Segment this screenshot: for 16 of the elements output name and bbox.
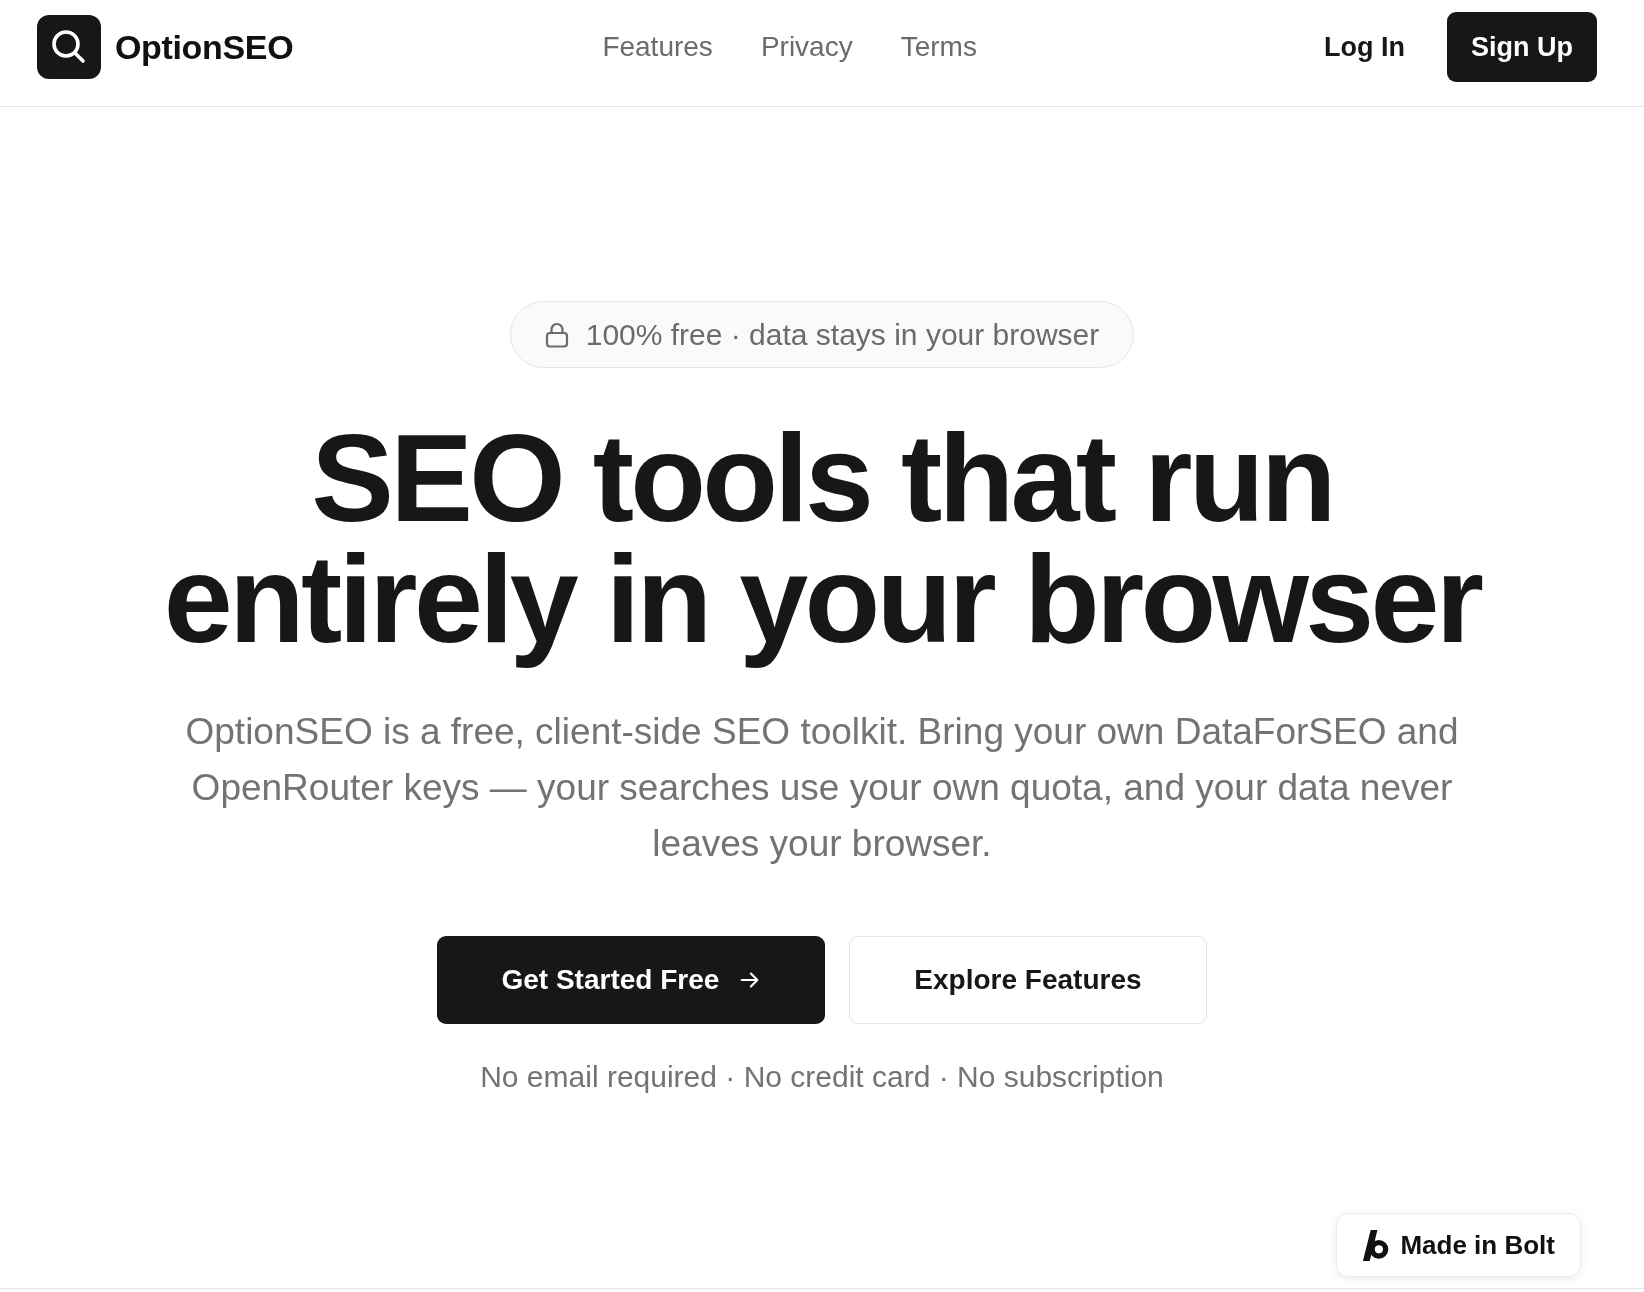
logo-icon — [1362, 1229, 1390, 1261]
nav-link[interactable]: Features — [602, 31, 713, 63]
description: OptionSEO is a free, client-side SEO toolkit. Bring your own DataForSEO and OpenRouter keys — your searches use your own quota, and your data never leaves your browser. — [184, 710, 1460, 866]
nav-link[interactable]: Terms — [900, 31, 977, 63]
login-link[interactable]: Log In — [1324, 31, 1405, 63]
lock-icon — [544, 321, 569, 348]
logo-text: OptionSEO — [115, 27, 294, 67]
sign-up-button[interactable]: Sign Up — [1447, 12, 1597, 82]
magnifier-icon — [37, 15, 101, 79]
note-text: No email required · No credit card · No subscription — [480, 1059, 1164, 1095]
primary-button[interactable]: Get Started Free — [437, 936, 826, 1024]
headline: SEO tools that run entirely in your browser — [162, 412, 1482, 670]
made-in-bolt-link[interactable]: Made in Bolt — [1336, 1213, 1581, 1277]
nav-link[interactable]: Privacy — [760, 31, 853, 63]
badge-text: 100% free · data stays in your browser — [585, 317, 1100, 352]
secondary-button[interactable]: Explore Features — [849, 936, 1207, 1024]
